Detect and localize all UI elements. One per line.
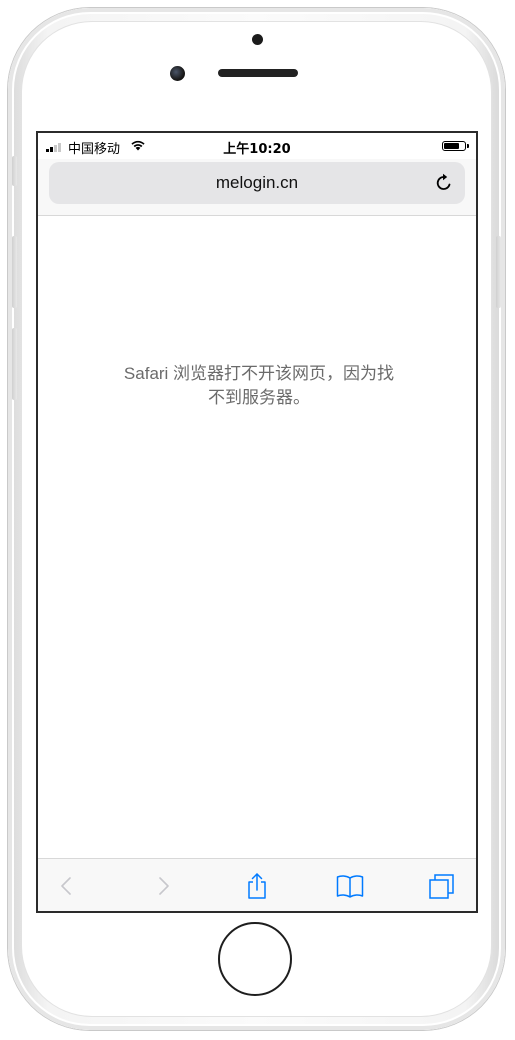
mute-switch <box>12 156 17 186</box>
url-text: melogin.cn <box>215 173 299 192</box>
error-message-line-1: Safari 浏览器打不开该网页，因为找 <box>123 364 395 383</box>
back-icon[interactable] <box>52 871 82 901</box>
screen: 中国移动 上午10:20 melogin.cn Safari 浏览器打不开该网页… <box>36 131 478 913</box>
status-time: 上午10:20 <box>223 142 291 157</box>
tabs-icon[interactable] <box>427 871 457 901</box>
power-button <box>496 236 501 308</box>
navigation-bar: melogin.cn <box>38 159 476 216</box>
error-message-line-2: 不到服务器。 <box>208 388 310 407</box>
share-icon[interactable] <box>242 871 272 901</box>
front-camera <box>170 66 185 81</box>
bottom-toolbar <box>38 858 476 911</box>
volume-down-button <box>12 328 17 400</box>
bookmarks-icon[interactable] <box>335 871 365 901</box>
status-bar: 中国移动 上午10:20 <box>38 133 476 159</box>
battery-icon <box>442 141 469 151</box>
proximity-sensor <box>252 34 263 45</box>
error-message: Safari 浏览器打不开该网页，因为找 不到服务器。 <box>86 362 432 410</box>
earpiece-speaker <box>218 69 298 77</box>
volume-up-button <box>12 236 17 308</box>
home-button[interactable] <box>218 922 292 996</box>
forward-icon[interactable] <box>148 871 178 901</box>
address-bar[interactable]: melogin.cn <box>49 162 465 204</box>
reload-icon[interactable] <box>433 172 455 194</box>
